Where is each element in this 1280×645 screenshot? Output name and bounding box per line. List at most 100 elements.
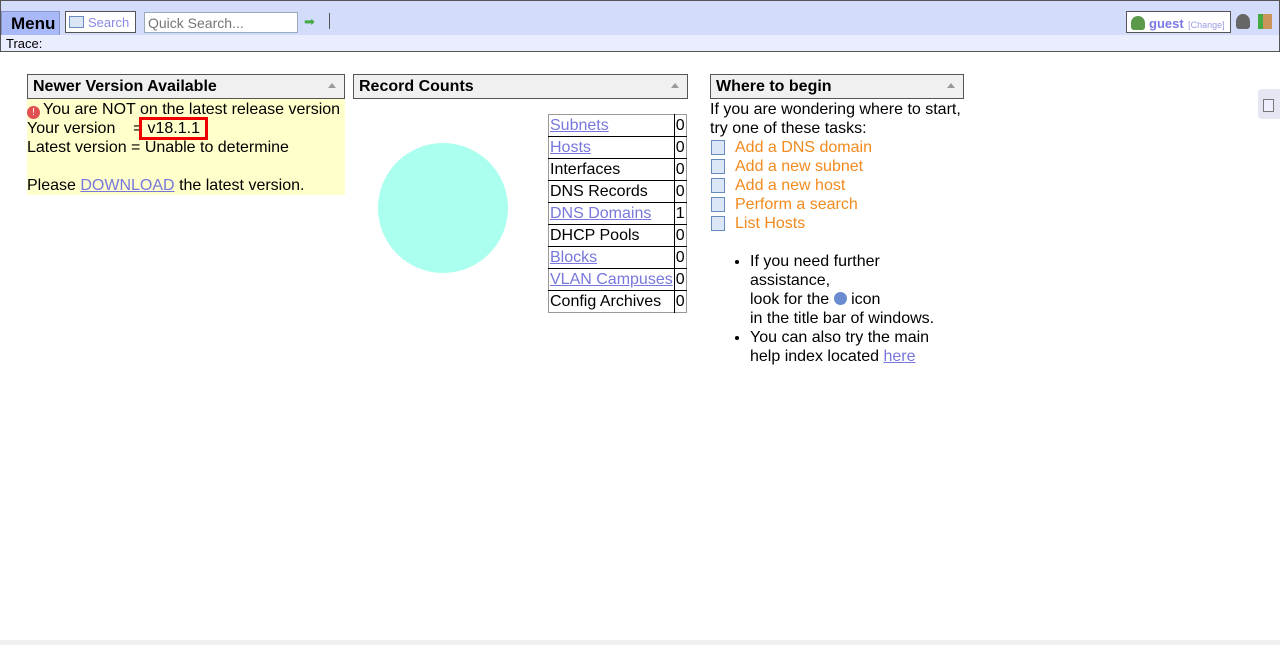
collapse-icon[interactable] bbox=[947, 83, 955, 88]
pie-slice bbox=[378, 143, 508, 273]
record-link[interactable]: DNS Domains bbox=[550, 205, 651, 222]
warning-icon: ! bbox=[27, 106, 40, 119]
intro-text: If you are wondering where to start, bbox=[710, 101, 961, 118]
record-count: 0 bbox=[673, 158, 687, 181]
record-link[interactable]: VLAN Campuses bbox=[550, 271, 673, 288]
record-row: Hosts 0 bbox=[548, 136, 687, 159]
record-label: Config Archives bbox=[550, 292, 662, 310]
download-link[interactable]: DOWNLOAD bbox=[80, 177, 174, 194]
record-count: 0 bbox=[673, 180, 687, 203]
add-document-icon bbox=[711, 178, 725, 193]
record-pie-chart bbox=[378, 143, 508, 273]
your-version-label: Your version bbox=[27, 120, 116, 137]
side-tab[interactable] bbox=[1258, 89, 1280, 119]
panel-header: Newer Version Available bbox=[27, 74, 345, 99]
profile-icon[interactable] bbox=[1236, 14, 1250, 29]
user-box: guest [Change] bbox=[1126, 11, 1231, 33]
divider bbox=[329, 13, 330, 29]
task-link[interactable]: Add a DNS domain bbox=[710, 138, 964, 157]
record-count: 0 bbox=[673, 136, 687, 159]
search-icon bbox=[711, 197, 725, 212]
user-icon bbox=[1131, 16, 1145, 30]
search-icon bbox=[69, 16, 84, 28]
record-link[interactable]: Hosts bbox=[550, 139, 591, 156]
top-bar: Menu Search ➡ guest [Change] bbox=[0, 0, 1280, 36]
help-item: If you need further assistance, look for … bbox=[750, 252, 964, 328]
help-list: If you need further assistance, look for … bbox=[710, 252, 964, 366]
collapse-icon[interactable] bbox=[328, 83, 336, 88]
record-row: VLAN Campuses 0 bbox=[548, 268, 687, 291]
logout-icon[interactable] bbox=[1258, 14, 1272, 29]
please-text: Please bbox=[27, 177, 76, 194]
record-row: DNS Records 0 bbox=[548, 180, 687, 203]
go-arrow-icon[interactable]: ➡ bbox=[304, 14, 315, 30]
search-button[interactable]: Search bbox=[65, 11, 136, 33]
record-row: Blocks 0 bbox=[548, 246, 687, 269]
quick-search-input[interactable] bbox=[144, 12, 298, 33]
record-label-cell: DHCP Pools bbox=[548, 224, 675, 247]
trace-bar: Trace: bbox=[0, 35, 1280, 52]
record-label-cell: DNS Records bbox=[548, 180, 675, 203]
footer-strip bbox=[0, 640, 1280, 645]
record-label: Interfaces bbox=[550, 160, 621, 178]
help-index-link[interactable]: here bbox=[883, 348, 915, 365]
task-label: Perform a search bbox=[735, 196, 858, 213]
help-text: in the title bar of windows. bbox=[750, 310, 935, 327]
your-version-value: v18.1.1 bbox=[139, 117, 208, 140]
help-text: If you need further assistance, bbox=[750, 253, 880, 289]
username: guest bbox=[1149, 16, 1184, 31]
task-link[interactable]: Add a new subnet bbox=[710, 157, 964, 176]
collapse-icon[interactable] bbox=[671, 83, 679, 88]
help-text: You can also try the main bbox=[750, 329, 930, 346]
record-row: Interfaces 0 bbox=[548, 158, 687, 181]
after-text: the latest version. bbox=[179, 177, 305, 194]
task-link[interactable]: List Hosts bbox=[710, 214, 964, 233]
help-item: You can also try the main help index loca… bbox=[750, 328, 964, 366]
record-label-cell: DNS Domains bbox=[548, 202, 675, 225]
change-user-link[interactable]: [Change] bbox=[1188, 20, 1225, 30]
record-count: 1 bbox=[673, 202, 687, 225]
record-label: DNS Records bbox=[550, 182, 648, 200]
record-label-cell: Blocks bbox=[548, 246, 675, 269]
newer-version-panel: Newer Version Available ! You are NOT on … bbox=[27, 74, 345, 195]
record-link[interactable]: Subnets bbox=[550, 117, 609, 134]
record-counts-panel: Record Counts Subnets 0 Hosts 0 Interfaces 0 D… bbox=[353, 74, 688, 334]
record-count: 0 bbox=[673, 224, 687, 247]
panel-header: Where to begin bbox=[710, 74, 964, 99]
record-row: DHCP Pools 0 bbox=[548, 224, 687, 247]
record-row: Subnets 0 bbox=[549, 114, 687, 137]
where-to-begin-panel: Where to begin If you are wondering wher… bbox=[710, 74, 964, 366]
record-label-cell: Hosts bbox=[548, 136, 675, 159]
help-icon bbox=[833, 292, 847, 305]
panel-title: Newer Version Available bbox=[33, 78, 217, 95]
help-text: icon bbox=[851, 291, 881, 308]
task-link[interactable]: Add a new host bbox=[710, 176, 964, 195]
list-icon bbox=[711, 216, 725, 231]
record-count: 0 bbox=[673, 268, 687, 291]
record-link[interactable]: Blocks bbox=[550, 249, 597, 266]
record-label-cell: Interfaces bbox=[548, 158, 675, 181]
task-link[interactable]: Perform a search bbox=[710, 195, 964, 214]
search-label: Search bbox=[88, 15, 130, 30]
warning-text: You are NOT on the latest release versio… bbox=[43, 101, 341, 118]
record-row: Config Archives 0 bbox=[548, 290, 687, 313]
add-document-icon bbox=[711, 140, 725, 155]
calculator-icon bbox=[1263, 99, 1274, 112]
panel-header: Record Counts bbox=[353, 74, 688, 99]
task-label: Add a new host bbox=[735, 177, 846, 194]
latest-version: Latest version = Unable to determine bbox=[27, 139, 289, 156]
add-document-icon bbox=[711, 159, 725, 174]
record-label: DHCP Pools bbox=[550, 226, 640, 244]
intro-text: try one of these tasks: bbox=[710, 120, 867, 137]
task-label: List Hosts bbox=[735, 215, 806, 232]
record-counts-table: Subnets 0 Hosts 0 Interfaces 0 DNS Records 0 DNS… bbox=[548, 114, 687, 313]
menu-button[interactable]: Menu bbox=[1, 11, 60, 36]
record-count: 0 bbox=[673, 114, 687, 137]
record-count: 0 bbox=[673, 290, 687, 313]
record-label-cell: Subnets bbox=[549, 115, 675, 137]
record-label-cell: Config Archives bbox=[548, 290, 675, 313]
task-label: Add a DNS domain bbox=[735, 139, 872, 156]
help-text: help index located bbox=[750, 348, 879, 365]
record-label-cell: VLAN Campuses bbox=[548, 268, 675, 291]
record-count: 0 bbox=[673, 246, 687, 269]
